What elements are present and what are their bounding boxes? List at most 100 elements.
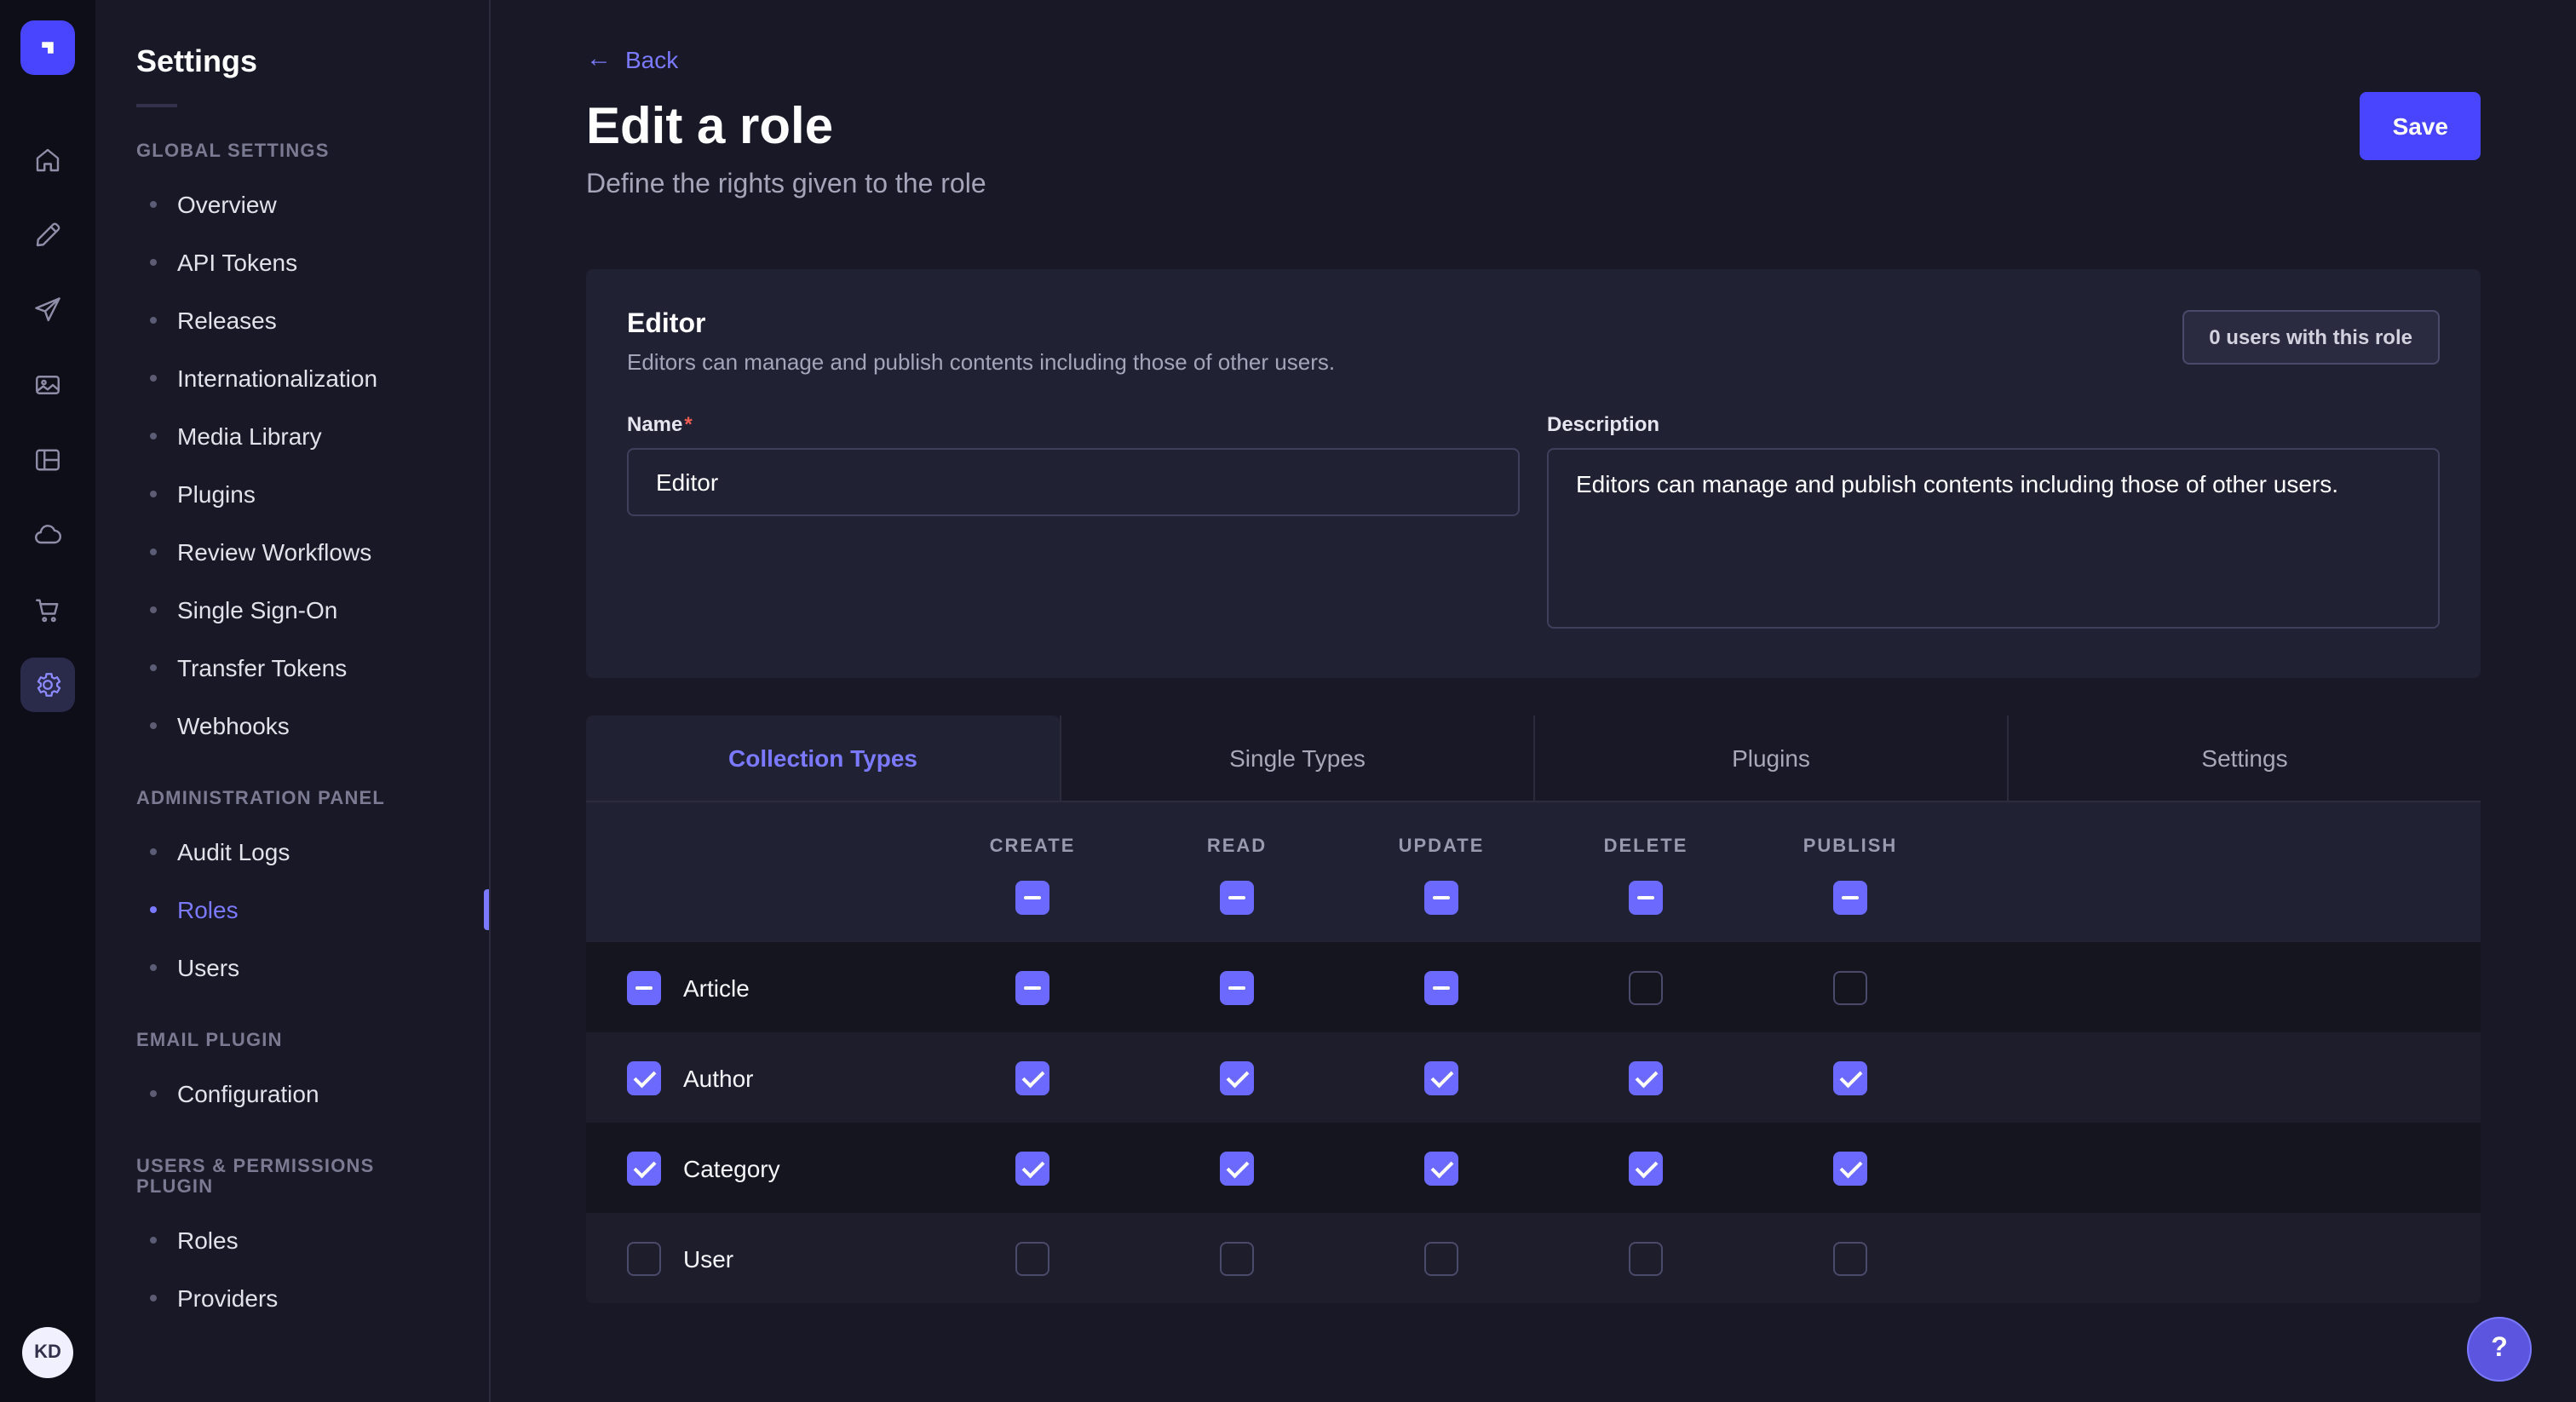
name-field-label: Name* xyxy=(627,412,1520,436)
article-update-checkbox[interactable] xyxy=(1424,970,1458,1004)
users-with-role-badge[interactable]: 0 users with this role xyxy=(2182,310,2440,365)
column-label-delete: DELETE xyxy=(1544,836,1748,857)
user-delete-checkbox[interactable] xyxy=(1629,1241,1663,1275)
permission-row-label-cell: Article xyxy=(586,970,930,1004)
sidebar-item-label: Overview xyxy=(177,191,277,218)
name-field[interactable] xyxy=(627,448,1520,516)
sidebar-item-configuration[interactable]: Configuration xyxy=(136,1065,448,1123)
settings-nav-sections: GLOBAL SETTINGSOverviewAPI TokensRelease… xyxy=(136,141,448,1327)
required-asterisk: * xyxy=(684,412,692,436)
releases-button[interactable] xyxy=(20,283,75,337)
row-select-checkbox[interactable] xyxy=(627,1241,661,1275)
permission-cell xyxy=(1135,970,1339,1004)
select-all-read-checkbox[interactable] xyxy=(1220,881,1254,915)
save-button[interactable]: Save xyxy=(2360,92,2481,160)
sidebar-item-roles[interactable]: Roles xyxy=(136,1211,448,1269)
select-all-publish-checkbox[interactable] xyxy=(1833,881,1867,915)
article-read-checkbox[interactable] xyxy=(1220,970,1254,1004)
permissions-table-header: CREATEREADUPDATEDELETEPUBLISH xyxy=(586,802,2481,942)
tab-collection-types[interactable]: Collection Types xyxy=(586,715,1060,801)
bullet-icon xyxy=(150,606,157,613)
tab-settings[interactable]: Settings xyxy=(2007,715,2481,801)
sidebar-item-label: Configuration xyxy=(177,1080,319,1107)
sidebar-item-media-library[interactable]: Media Library xyxy=(136,407,448,465)
home-icon xyxy=(32,145,63,175)
column-label-spacer xyxy=(586,836,930,857)
sidebar-item-label: Users xyxy=(177,954,239,981)
permission-row-label: Author xyxy=(683,1064,754,1091)
user-update-checkbox[interactable] xyxy=(1424,1241,1458,1275)
author-update-checkbox[interactable] xyxy=(1424,1060,1458,1095)
sidebar-item-label: Internationalization xyxy=(177,365,377,392)
article-publish-checkbox[interactable] xyxy=(1833,970,1867,1004)
tab-single-types[interactable]: Single Types xyxy=(1060,715,1533,801)
sidebar-item-api-tokens[interactable]: API Tokens xyxy=(136,233,448,291)
permission-row-label: User xyxy=(683,1244,733,1272)
user-publish-checkbox[interactable] xyxy=(1833,1241,1867,1275)
marketplace-button[interactable] xyxy=(20,583,75,637)
permission-cell xyxy=(1748,1151,1952,1185)
user-create-checkbox[interactable] xyxy=(1015,1241,1049,1275)
sidebar-item-webhooks[interactable]: Webhooks xyxy=(136,697,448,755)
column-label-update: UPDATE xyxy=(1339,836,1544,857)
sidebar-item-internationalization[interactable]: Internationalization xyxy=(136,349,448,407)
sidebar-item-transfer-tokens[interactable]: Transfer Tokens xyxy=(136,639,448,697)
permission-cell xyxy=(1748,1060,1952,1095)
media-library-button[interactable] xyxy=(20,358,75,412)
paper-plane-icon xyxy=(32,295,63,325)
sidebar-item-single-sign-on[interactable]: Single Sign-On xyxy=(136,581,448,639)
bullet-icon xyxy=(150,1295,157,1301)
bullet-icon xyxy=(150,433,157,440)
sidebar-item-roles[interactable]: Roles xyxy=(136,881,448,939)
bullet-icon xyxy=(150,375,157,382)
author-create-checkbox[interactable] xyxy=(1015,1060,1049,1095)
select-all-checkbox-row xyxy=(586,881,2481,915)
category-create-checkbox[interactable] xyxy=(1015,1151,1049,1185)
bullet-icon xyxy=(150,906,157,913)
deploy-button[interactable] xyxy=(20,508,75,562)
author-publish-checkbox[interactable] xyxy=(1833,1060,1867,1095)
tab-plugins[interactable]: Plugins xyxy=(1533,715,2007,801)
sidebar-item-providers[interactable]: Providers xyxy=(136,1269,448,1327)
article-create-checkbox[interactable] xyxy=(1015,970,1049,1004)
back-link[interactable]: ← Back xyxy=(586,45,678,72)
help-button[interactable]: ? xyxy=(2467,1317,2532,1382)
row-select-checkbox[interactable] xyxy=(627,1151,661,1185)
settings-button[interactable] xyxy=(20,658,75,712)
permission-row-category: Category xyxy=(586,1123,2481,1213)
description-field[interactable]: Editors can manage and publish contents … xyxy=(1547,448,2440,629)
nav-section-header: ADMINISTRATION PANEL xyxy=(136,789,448,809)
category-publish-checkbox[interactable] xyxy=(1833,1151,1867,1185)
permission-cell xyxy=(1748,1241,1952,1275)
category-update-checkbox[interactable] xyxy=(1424,1151,1458,1185)
sidebar-item-overview[interactable]: Overview xyxy=(136,175,448,233)
cloud-icon xyxy=(32,520,63,550)
sidebar-item-plugins[interactable]: Plugins xyxy=(136,465,448,523)
sidebar-item-users[interactable]: Users xyxy=(136,939,448,997)
permission-row-article: Article xyxy=(586,942,2481,1032)
select-all-create-checkbox[interactable] xyxy=(1015,881,1049,915)
category-delete-checkbox[interactable] xyxy=(1629,1151,1663,1185)
bullet-icon xyxy=(150,664,157,671)
sidebar-item-audit-logs[interactable]: Audit Logs xyxy=(136,823,448,881)
sidebar-item-review-workflows[interactable]: Review Workflows xyxy=(136,523,448,581)
author-read-checkbox[interactable] xyxy=(1220,1060,1254,1095)
role-form-fields: Name* Description Editors can manage and… xyxy=(627,412,2440,637)
content-manager-button[interactable] xyxy=(20,433,75,487)
sidebar-item-label: Webhooks xyxy=(177,712,290,739)
user-read-checkbox[interactable] xyxy=(1220,1241,1254,1275)
article-delete-checkbox[interactable] xyxy=(1629,970,1663,1004)
row-select-checkbox[interactable] xyxy=(627,1060,661,1095)
home-button[interactable] xyxy=(20,133,75,187)
category-read-checkbox[interactable] xyxy=(1220,1151,1254,1185)
select-all-delete-checkbox[interactable] xyxy=(1629,881,1663,915)
bullet-icon xyxy=(150,722,157,729)
sidebar-item-releases[interactable]: Releases xyxy=(136,291,448,349)
strapi-logo[interactable] xyxy=(20,20,75,75)
author-delete-checkbox[interactable] xyxy=(1629,1060,1663,1095)
select-all-update-checkbox[interactable] xyxy=(1424,881,1458,915)
user-avatar[interactable]: KD xyxy=(22,1327,73,1378)
content-type-builder-button[interactable] xyxy=(20,208,75,262)
row-select-checkbox[interactable] xyxy=(627,970,661,1004)
page-header: ← Back Edit a role Define the rights giv… xyxy=(586,44,2481,201)
